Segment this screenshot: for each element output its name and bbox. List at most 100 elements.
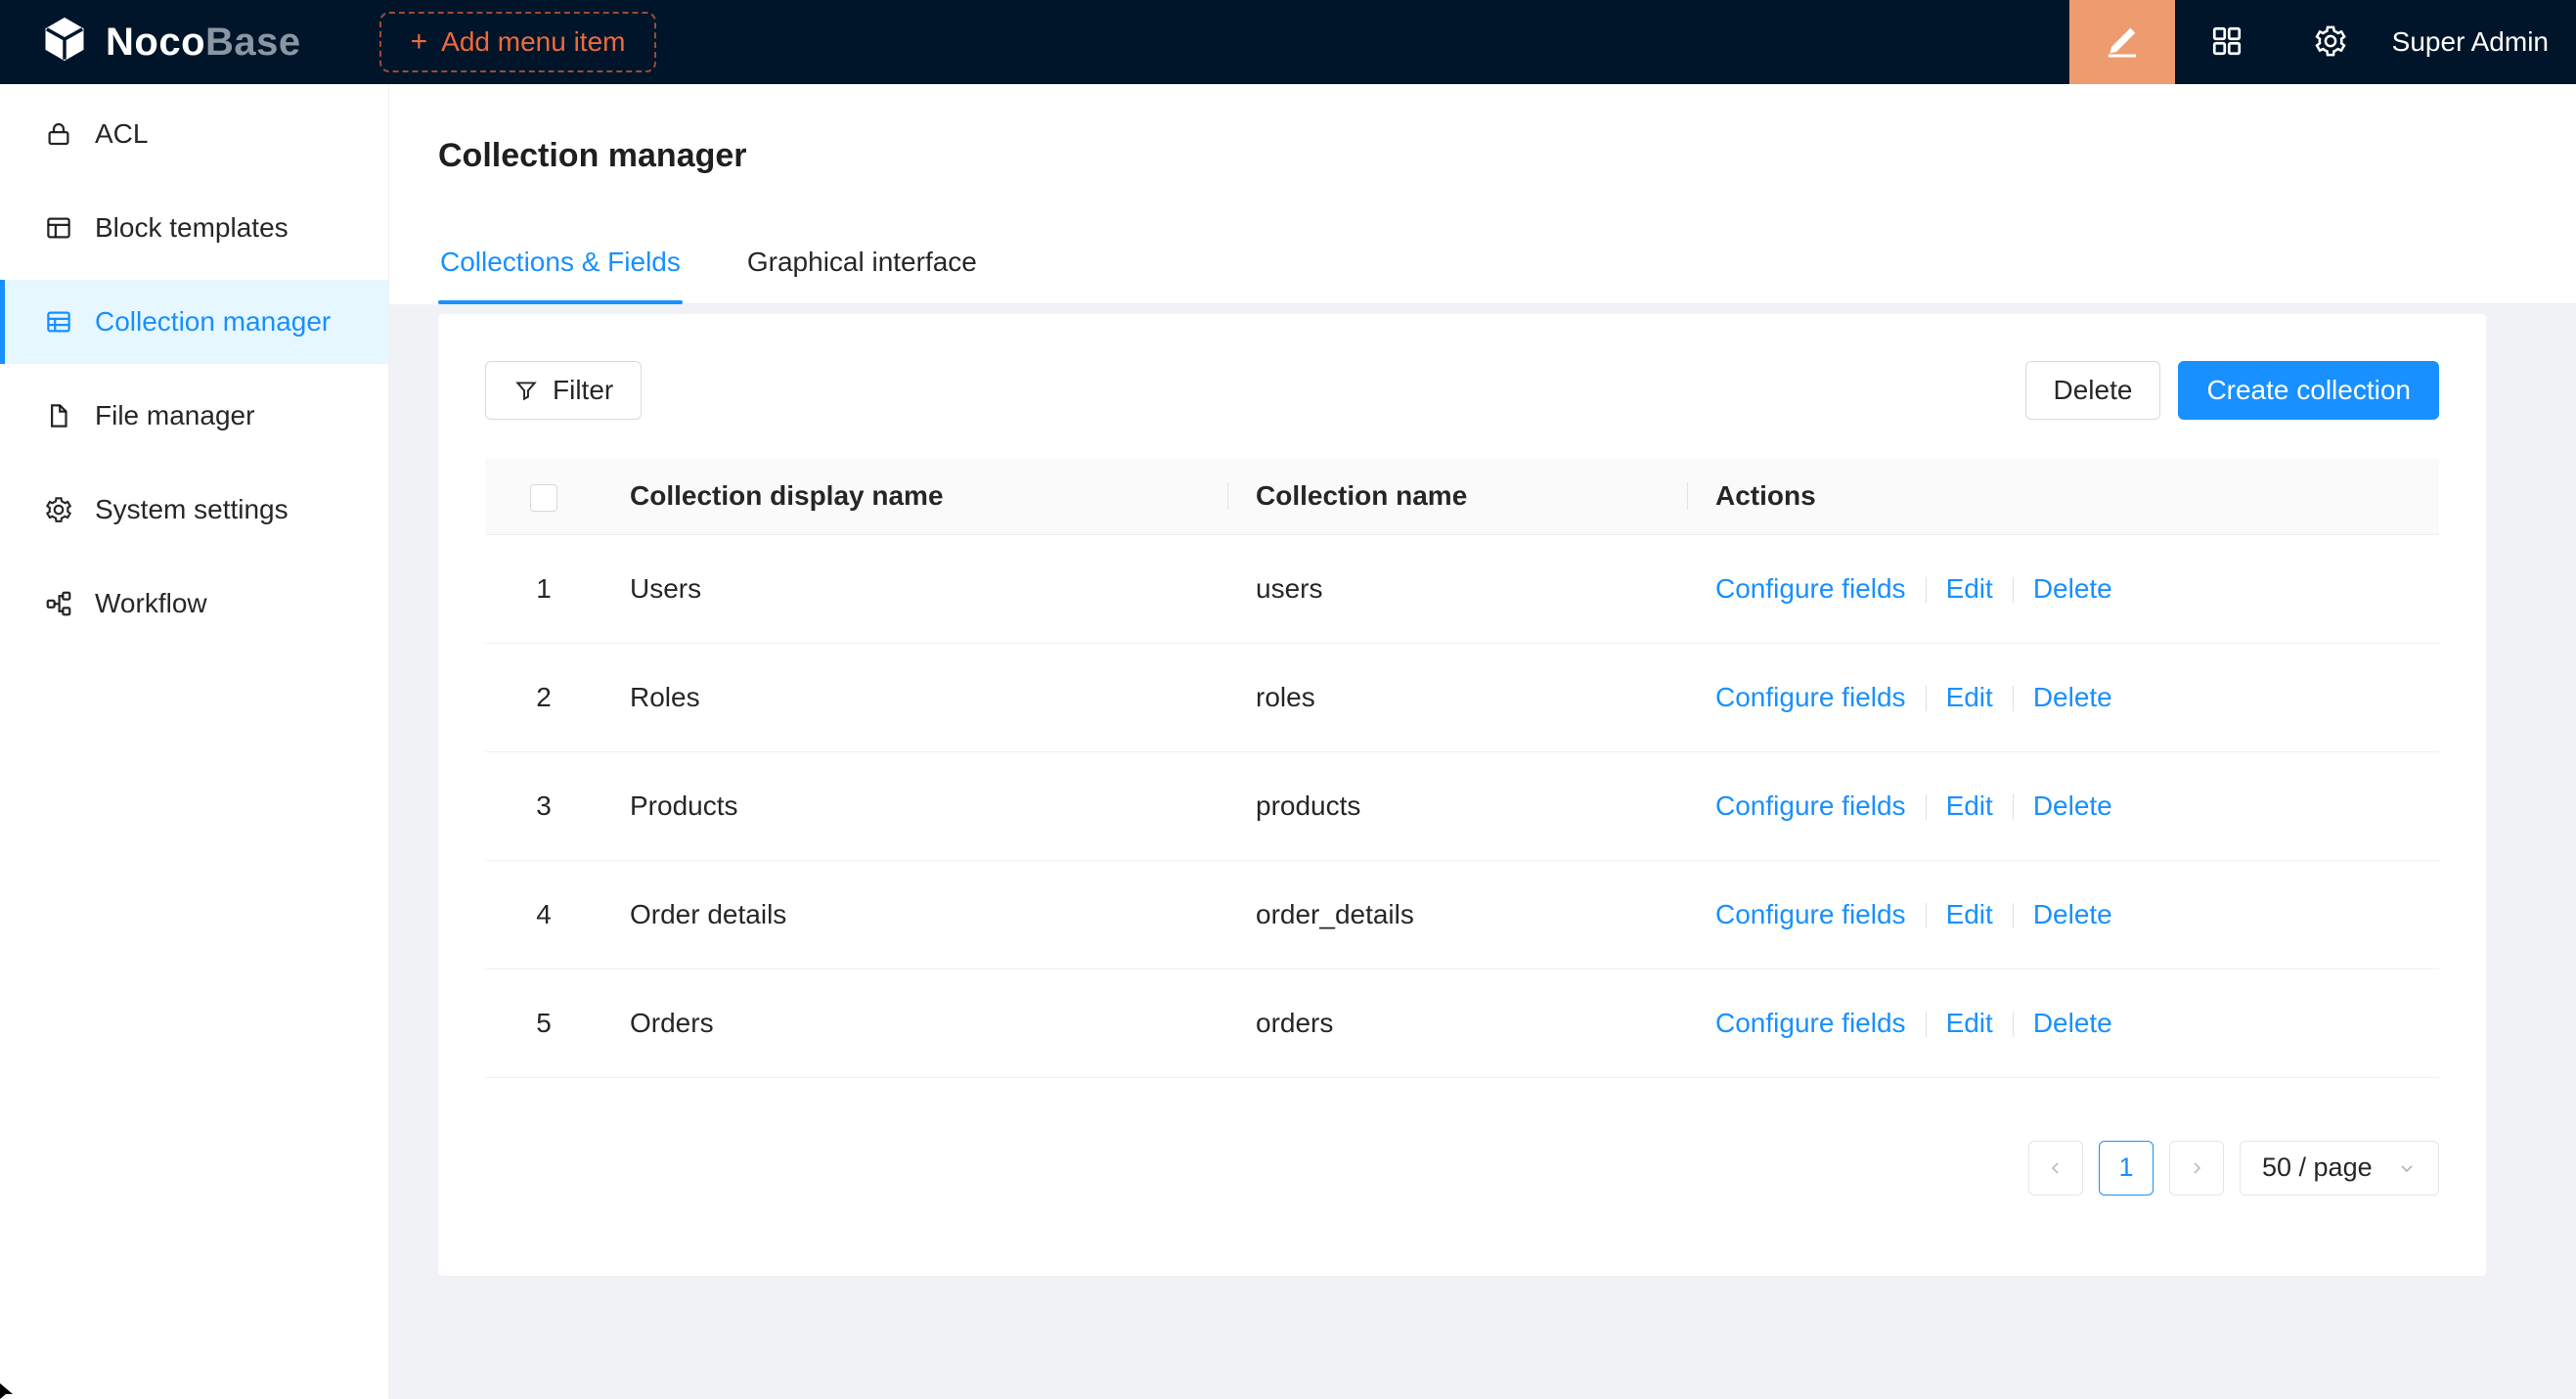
plugins-button[interactable] [2175,0,2279,84]
column-label: Actions [1715,480,1816,511]
delete-link[interactable]: Delete [2033,1008,2112,1038]
page-number-button[interactable]: 1 [2099,1141,2154,1196]
sidebar-item-acl[interactable]: ACL [0,92,388,176]
chevron-down-icon [2397,1158,2417,1178]
file-icon [44,401,73,430]
cell-actions: Configure fields Edit Delete [1688,860,2439,969]
delete-link[interactable]: Delete [2033,899,2112,929]
cell-collection-name: orders [1228,969,1688,1077]
action-divider [1926,903,1927,928]
card-toolbar: Filter Delete Create collection [485,361,2439,420]
cell-display-name: Roles [602,643,1228,751]
settings-button[interactable] [2279,0,2382,84]
cell-actions: Configure fields Edit Delete [1688,969,2439,1077]
select-all-header [485,459,602,534]
filter-button-label: Filter [553,375,613,406]
sidebar-item-label: Collection manager [95,306,331,338]
delete-link[interactable]: Delete [2033,682,2112,712]
action-divider [2013,577,2014,603]
table-row: 1 Users users Configure fields Edit Delete [485,534,2439,643]
tab-graphical-interface[interactable]: Graphical interface [745,231,979,303]
collections-card: Filter Delete Create collection [438,314,2486,1276]
highlighter-icon [2103,22,2142,64]
cell-actions: Configure fields Edit Delete [1688,643,2439,751]
content-area: Filter Delete Create collection [389,304,2576,1399]
settings-sidebar: ACL Block templates Coll [0,84,389,1399]
plus-icon: + [411,27,428,57]
cell-actions: Configure fields Edit Delete [1688,751,2439,860]
cursor-artifact [0,1377,18,1399]
cell-display-name: Orders [602,969,1228,1077]
configure-fields-link[interactable]: Configure fields [1715,899,1906,929]
configure-fields-link[interactable]: Configure fields [1715,790,1906,821]
configure-fields-link[interactable]: Configure fields [1715,573,1906,604]
sidebar-item-block-templates[interactable]: Block templates [0,186,388,270]
cell-display-name: Products [602,751,1228,860]
add-menu-item-button[interactable]: + Add menu item [379,12,657,72]
delete-button[interactable]: Delete [2025,361,2161,420]
cell-display-name: Users [602,534,1228,643]
sidebar-item-collection-manager[interactable]: Collection manager [0,280,388,364]
filter-button[interactable]: Filter [485,361,642,420]
cell-display-name: Order details [602,860,1228,969]
gear-icon [2313,23,2348,62]
sidebar-item-label: Block templates [95,212,289,244]
table-icon [44,307,73,337]
sidebar-item-label: ACL [95,118,148,150]
page-title: Collection manager [438,135,2576,176]
row-index: 4 [485,860,602,969]
cell-collection-name: users [1228,534,1688,643]
workflow-icon [44,589,73,618]
chevron-left-icon [2046,1158,2065,1178]
body: ACL Block templates Coll [0,84,2576,1399]
sidebar-item-file-manager[interactable]: File manager [0,374,388,458]
gear-icon [44,495,73,524]
select-all-checkbox[interactable] [530,484,557,512]
action-divider [2013,903,2014,928]
nocobase-logo[interactable]: NocoBase [39,14,301,71]
action-divider [1926,577,1927,603]
table-row: 5 Orders orders Configure fields Edit Dele… [485,969,2439,1077]
column-collection-name: Collection name [1228,459,1688,534]
edit-link[interactable]: Edit [1946,1008,1993,1038]
page-size-select[interactable]: 50 / page [2240,1141,2439,1196]
sidebar-item-label: Workflow [95,588,207,619]
ui-editor-button[interactable] [2069,0,2175,84]
prev-page-button[interactable] [2028,1141,2083,1196]
cell-collection-name: products [1228,751,1688,860]
column-display-name: Collection display name [602,459,1228,534]
app: NocoBase + Add menu item [0,0,2576,1399]
row-index: 1 [485,534,602,643]
collections-table: Collection display name Collection name … [485,459,2439,1078]
table-header-row: Collection display name Collection name … [485,459,2439,534]
sidebar-item-system-settings[interactable]: System settings [0,468,388,552]
edit-link[interactable]: Edit [1946,790,1993,821]
action-divider [2013,794,2014,820]
tab-collections-fields[interactable]: Collections & Fields [438,231,683,303]
sidebar-item-workflow[interactable]: Workflow [0,562,388,646]
edit-link[interactable]: Edit [1946,573,1993,604]
configure-fields-link[interactable]: Configure fields [1715,1008,1906,1038]
table-row: 3 Products products Configure fields Edit… [485,751,2439,860]
action-divider [1926,794,1927,820]
table-row: 2 Roles roles Configure fields Edit Delete [485,643,2439,751]
configure-fields-link[interactable]: Configure fields [1715,682,1906,712]
delete-link[interactable]: Delete [2033,573,2112,604]
add-menu-item-label: Add menu item [441,26,625,58]
cell-collection-name: roles [1228,643,1688,751]
action-divider [2013,686,2014,711]
next-page-button[interactable] [2169,1141,2224,1196]
header-right: Super Admin [2069,0,2576,84]
delete-link[interactable]: Delete [2033,790,2112,821]
action-divider [1926,686,1927,711]
row-index: 3 [485,751,602,860]
row-index: 2 [485,643,602,751]
edit-link[interactable]: Edit [1946,682,1993,712]
page-size-value: 50 / page [2262,1152,2373,1183]
sidebar-item-label: System settings [95,494,289,525]
row-index: 5 [485,969,602,1077]
filter-icon [513,378,539,403]
edit-link[interactable]: Edit [1946,899,1993,929]
create-collection-button[interactable]: Create collection [2178,361,2439,420]
user-menu[interactable]: Super Admin [2382,26,2576,58]
